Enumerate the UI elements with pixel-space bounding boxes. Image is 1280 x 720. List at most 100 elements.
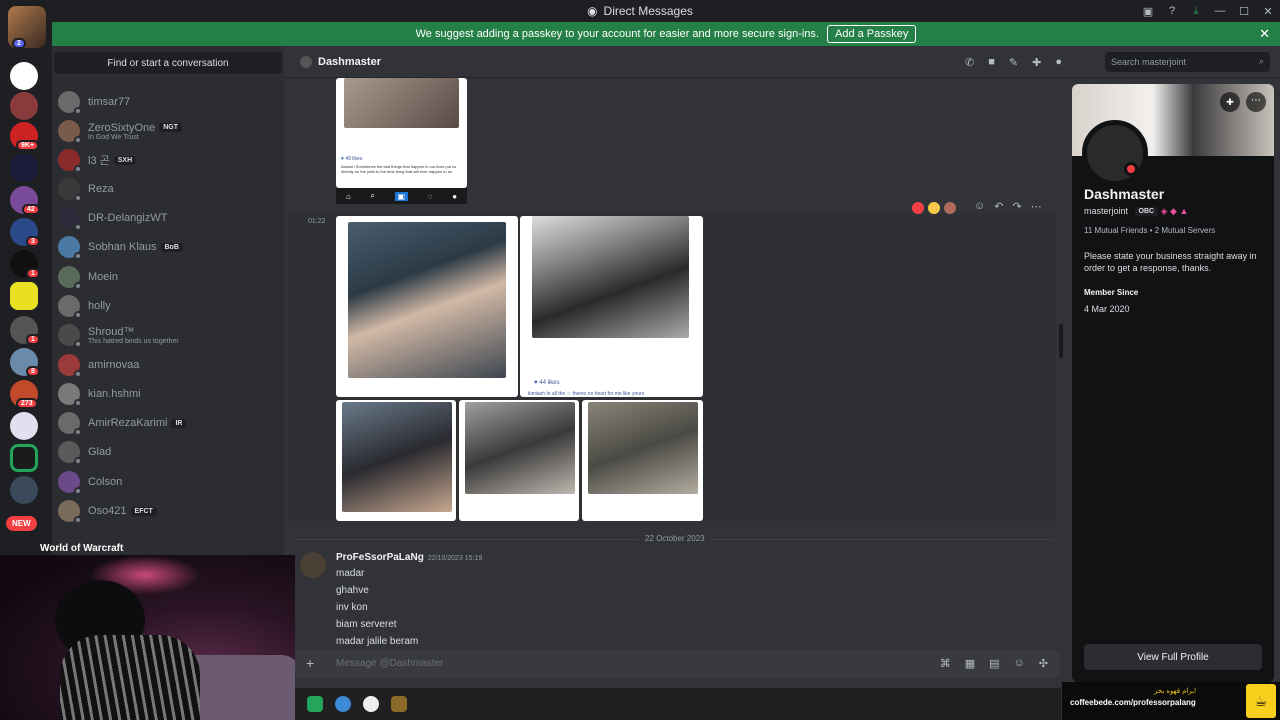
message-actions: ☺ ↶ ↷ ⋯: [974, 200, 1042, 213]
dm-item[interactable]: Glad: [58, 438, 278, 466]
server-icon[interactable]: [10, 282, 38, 310]
chat-scrollbar[interactable]: [1059, 324, 1063, 358]
wow-taskbar-icon[interactable]: [391, 696, 407, 712]
dm-item[interactable]: Moein: [58, 263, 278, 291]
server-icon[interactable]: [10, 412, 38, 440]
help-icon[interactable]: ?: [1160, 5, 1184, 17]
guild-tag: SXH: [113, 155, 137, 165]
dm-text: Oso421 EFCT: [80, 505, 157, 517]
attach-icon[interactable]: +: [306, 655, 314, 671]
heart-reaction[interactable]: [912, 202, 924, 214]
server-icon[interactable]: [10, 444, 38, 472]
browser-taskbar-icon[interactable]: [335, 696, 351, 712]
header-avatar: [300, 55, 312, 68]
attachment-image[interactable]: [582, 400, 703, 521]
dm-text: l3 곤 SXH: [80, 152, 137, 168]
phone-icon[interactable]: ✆: [965, 56, 974, 69]
dm-avatar: [58, 91, 82, 115]
laugh-reaction[interactable]: [928, 202, 940, 214]
message-author[interactable]: ProFeSsorPaLaNg 22/10/2023 15:19: [336, 552, 482, 563]
date-divider-label: 22 October 2023: [639, 534, 711, 543]
attachment-image[interactable]: [336, 400, 456, 521]
discord-taskbar-icon[interactable]: [307, 696, 323, 712]
gif-icon[interactable]: ▦: [965, 657, 975, 670]
emoji-icon[interactable]: ☺: [1014, 657, 1025, 670]
dm-avatar: [58, 324, 82, 348]
profile-avatar[interactable]: [1082, 120, 1148, 186]
minimize-button[interactable]: —: [1208, 5, 1232, 17]
inbox-icon[interactable]: ▣: [1136, 5, 1160, 18]
dm-item[interactable]: AmirRezaKarimi IR: [58, 409, 278, 437]
reply-icon[interactable]: ↶: [994, 200, 1003, 213]
message-line: ghahve: [336, 585, 369, 596]
dm-status-text: This hatred binds us together: [88, 337, 179, 345]
server-icon[interactable]: [10, 476, 38, 504]
close-button[interactable]: ✕: [1256, 5, 1280, 18]
add-friend-icon[interactable]: ✚: [1220, 92, 1240, 112]
message-composer[interactable]: + Message @Dashmaster ⌘ ▦ ▤ ☺ ✣: [294, 650, 1060, 678]
find-conversation-button[interactable]: Find or start a conversation: [54, 52, 282, 74]
server-icon[interactable]: [10, 92, 38, 120]
member-since-label: Member Since: [1084, 288, 1139, 297]
dm-item[interactable]: Sobhan Klaus BoB: [58, 233, 278, 261]
profile-icon[interactable]: ●: [1055, 56, 1062, 69]
add-passkey-button[interactable]: Add a Passkey: [826, 25, 917, 43]
dm-name: l3 곤: [88, 155, 110, 167]
more-icon[interactable]: ⋯: [1031, 200, 1042, 213]
chat-header: Dashmaster ✆ ■ ✎ ✚ ● Search masterjoint ⌕: [284, 46, 1280, 78]
dm-name: Reza: [88, 183, 114, 195]
video-icon[interactable]: ■: [988, 56, 995, 69]
avatar-badge: 2: [12, 38, 26, 49]
sticker-icon[interactable]: ▤: [989, 657, 999, 670]
add-reaction-icon[interactable]: ☺: [974, 200, 985, 213]
dm-name: Sobhan Klaus: [88, 241, 157, 253]
dm-item[interactable]: ZeroSixtyOne NGT In God We Trust: [58, 117, 278, 145]
gift-icon[interactable]: ⌘: [940, 657, 951, 670]
dm-item[interactable]: Colson: [58, 468, 278, 496]
forward-icon[interactable]: ↷: [1012, 200, 1021, 213]
attachment-image[interactable]: ♥ 44 likes kimiazh In all the ☆ theres n…: [520, 216, 703, 397]
dm-item[interactable]: kian.hshmi: [58, 380, 278, 408]
attachment-image[interactable]: [336, 216, 518, 397]
message-timestamp: 01:22: [308, 218, 326, 225]
apps-icon[interactable]: ✣: [1039, 657, 1048, 670]
mutual-info[interactable]: 11 Mutual Friends • 2 Mutual Servers: [1084, 226, 1215, 235]
dm-item[interactable]: holly: [58, 292, 278, 320]
attachment-image[interactable]: [459, 400, 579, 521]
maximize-button[interactable]: ☐: [1232, 5, 1256, 18]
dm-text: Glad: [80, 446, 111, 458]
taskbar: [295, 688, 1061, 720]
dm-text: DR-DelangizWT: [80, 212, 167, 224]
header-search-input[interactable]: Search masterjoint ⌕: [1105, 52, 1270, 72]
server-icon[interactable]: [10, 154, 38, 182]
header-username[interactable]: Dashmaster: [318, 56, 381, 68]
dm-item[interactable]: Oso421 EFCT: [58, 497, 278, 525]
coffee-cup-icon: ☕: [1246, 684, 1276, 718]
emoji-reaction[interactable]: [944, 202, 956, 214]
dm-item[interactable]: timsar77: [58, 88, 278, 116]
dm-item[interactable]: amirnovaa: [58, 351, 278, 379]
dm-item[interactable]: Reza: [58, 175, 278, 203]
add-friend-icon[interactable]: ✚: [1032, 56, 1041, 69]
composer-tools: ⌘ ▦ ▤ ☺ ✣: [940, 657, 1048, 670]
pin-icon[interactable]: ✎: [1009, 56, 1018, 69]
dm-item[interactable]: l3 곤 SXH: [58, 146, 278, 174]
message-input[interactable]: Message @Dashmaster: [336, 658, 443, 669]
badges-icon: ◈ ◆ ▲: [1160, 206, 1189, 216]
player-taskbar-icon[interactable]: [363, 696, 379, 712]
view-full-profile-button[interactable]: View Full Profile: [1084, 644, 1262, 670]
dm-item[interactable]: DR-DelangizWT: [58, 204, 278, 232]
message-line: biam serveret: [336, 619, 397, 630]
dm-avatar: [58, 412, 82, 436]
download-icon[interactable]: ⤓: [1184, 5, 1208, 18]
more-options-icon[interactable]: ⋯: [1246, 92, 1266, 112]
screenshot-image[interactable]: ♥ 49 likes kimiazh Sometimes the bad thi…: [336, 78, 467, 188]
dm-item[interactable]: Shroud™ This hatred binds us together: [58, 321, 278, 349]
banner-close-icon[interactable]: ✕: [1259, 26, 1270, 42]
dm-name: holly: [88, 300, 111, 312]
author-avatar[interactable]: [300, 552, 326, 578]
author-name[interactable]: ProFeSsorPaLaNg: [336, 552, 424, 563]
post-caption: kimiazh Sometimes the bad things that ha…: [341, 164, 457, 174]
activity-name[interactable]: World of Warcraft: [40, 543, 123, 554]
server-icon[interactable]: [10, 62, 38, 90]
